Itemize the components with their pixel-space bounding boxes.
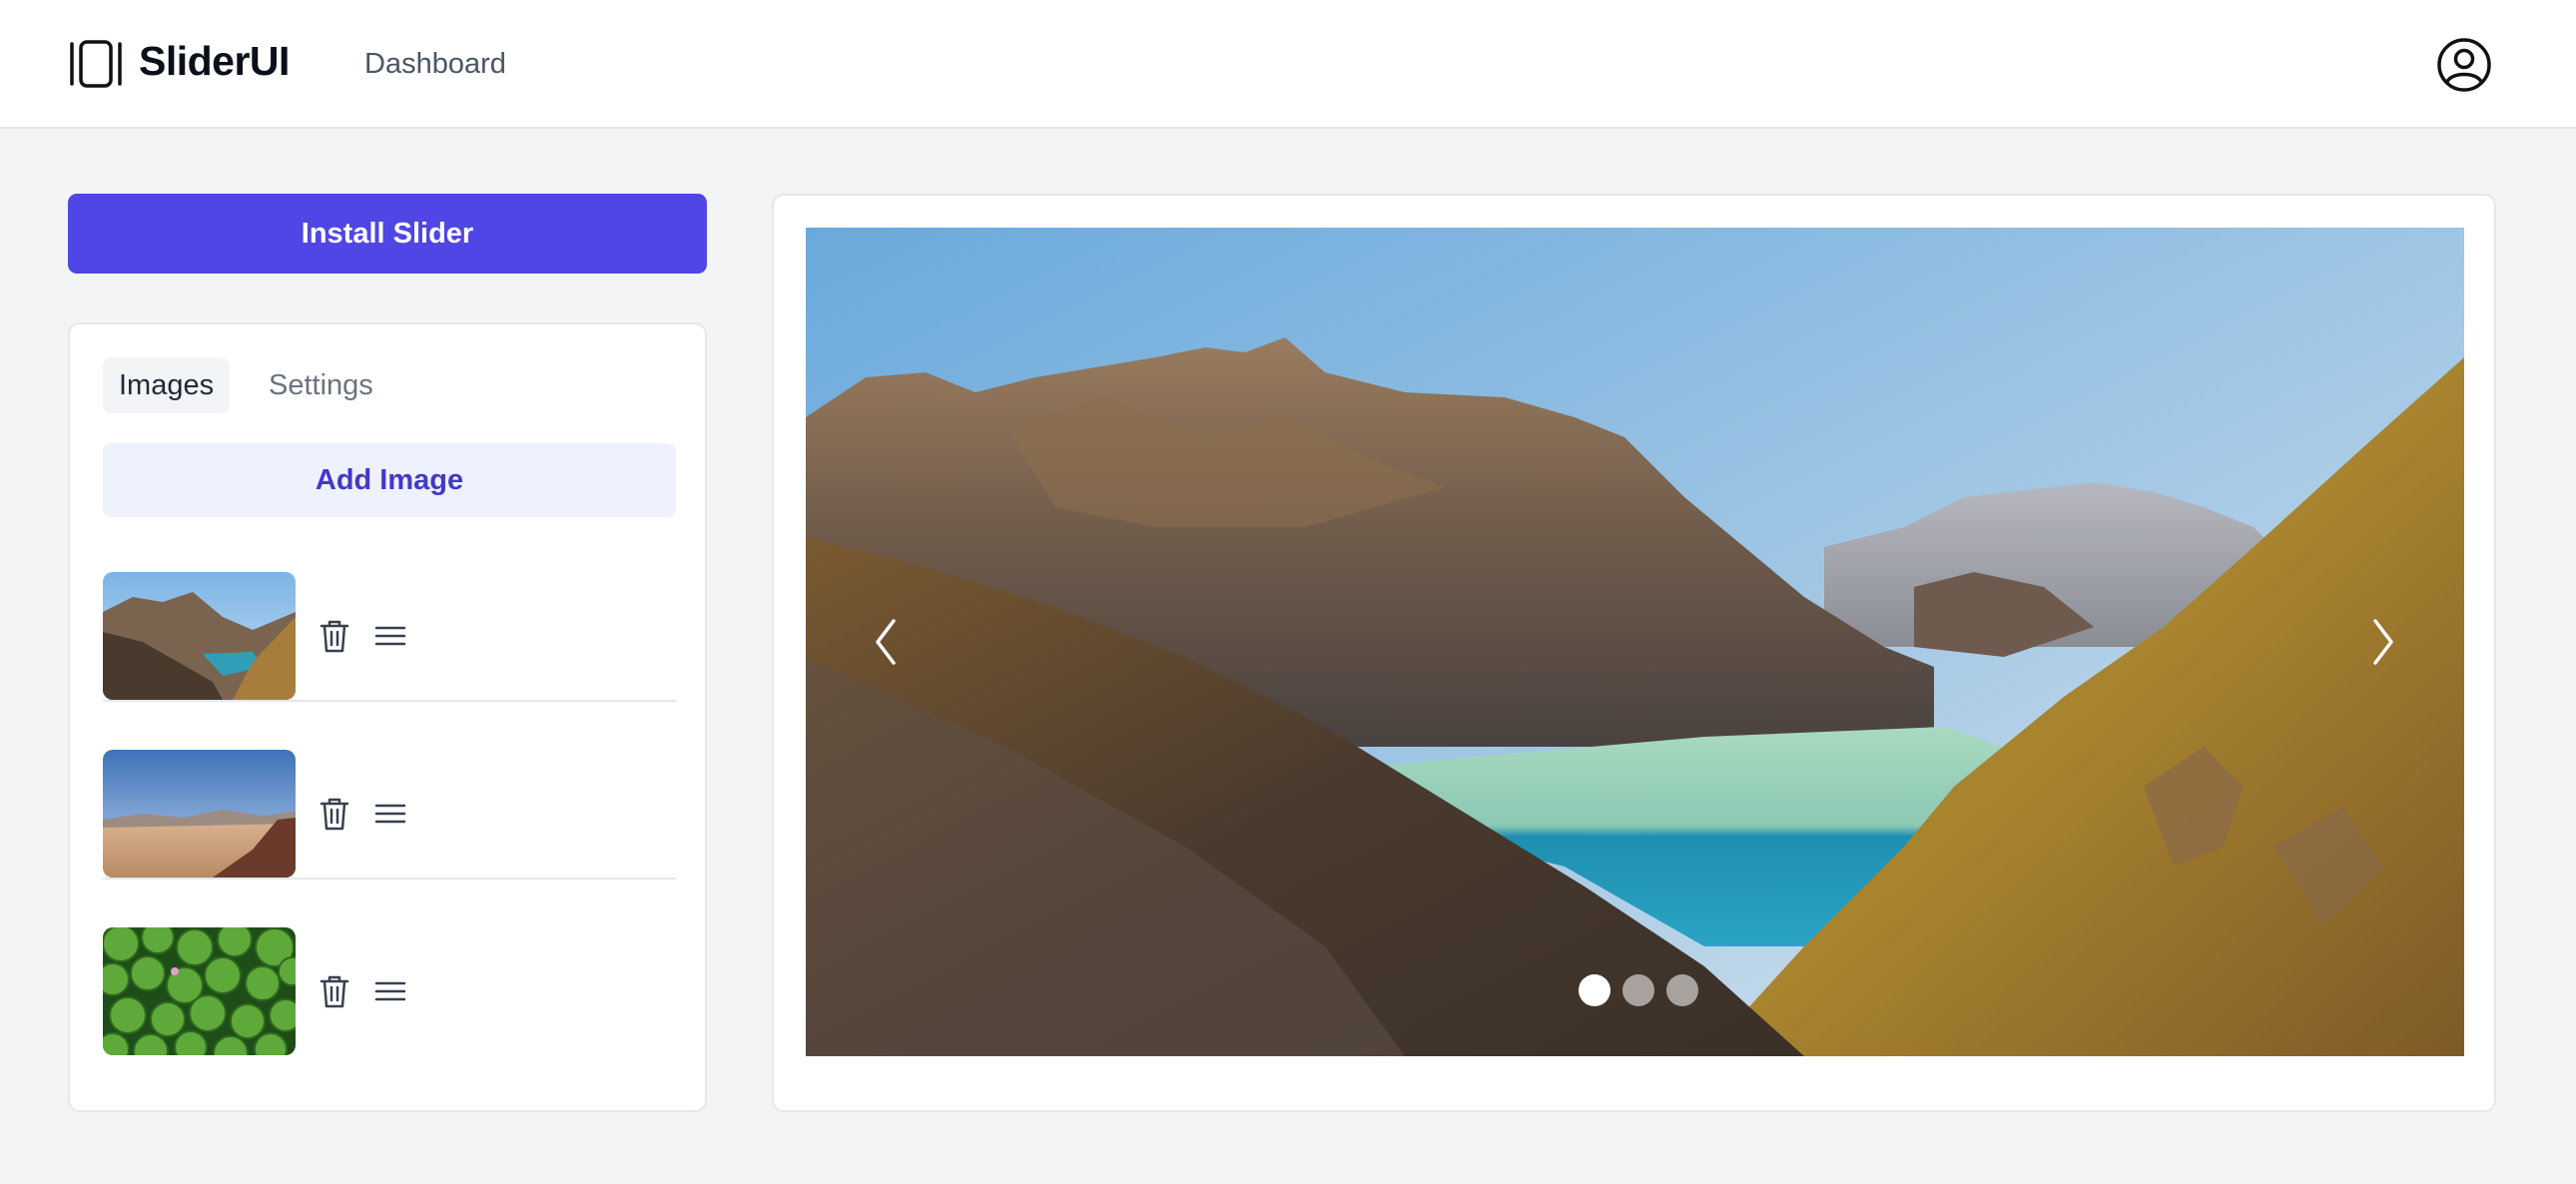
image-list-item <box>103 750 676 880</box>
slider-preview-card <box>772 194 2496 1112</box>
slide-indicator-dot-3[interactable] <box>1666 974 1698 1006</box>
tab-settings[interactable]: Settings <box>253 357 389 413</box>
add-image-button[interactable]: Add Image <box>103 443 676 517</box>
slide-indicator-dot-1[interactable] <box>1579 974 1610 1006</box>
drag-handle-icon[interactable] <box>370 971 410 1011</box>
tab-images[interactable]: Images <box>103 357 231 413</box>
nav-dashboard-link[interactable]: Dashboard <box>364 48 506 81</box>
drag-handle-icon[interactable] <box>370 616 410 656</box>
trash-icon[interactable] <box>315 971 354 1011</box>
top-navbar: SliderUI Dashboard <box>0 0 2576 129</box>
trash-icon[interactable] <box>315 616 354 656</box>
slide-indicator-dot-2[interactable] <box>1622 974 1654 1006</box>
install-slider-button[interactable]: Install Slider <box>68 194 707 274</box>
chevron-right-icon[interactable] <box>2363 607 2403 677</box>
drag-handle-icon[interactable] <box>370 794 410 834</box>
image-thumbnail-desert[interactable] <box>103 750 296 878</box>
image-thumbnail-alpine-lake[interactable] <box>103 572 296 700</box>
slider-logo-icon[interactable] <box>69 39 123 89</box>
user-circle-icon[interactable] <box>2436 37 2492 93</box>
image-list-item <box>103 927 676 1057</box>
images-panel: Images Settings Add Image <box>68 322 707 1112</box>
trash-icon[interactable] <box>315 794 354 834</box>
slide-image-alpine-lake <box>806 228 2464 1056</box>
image-thumbnail-lily-pads[interactable] <box>103 927 296 1055</box>
brand-name[interactable]: SliderUI <box>139 38 290 85</box>
chevron-left-icon[interactable] <box>866 607 906 677</box>
image-list-item <box>103 572 676 702</box>
